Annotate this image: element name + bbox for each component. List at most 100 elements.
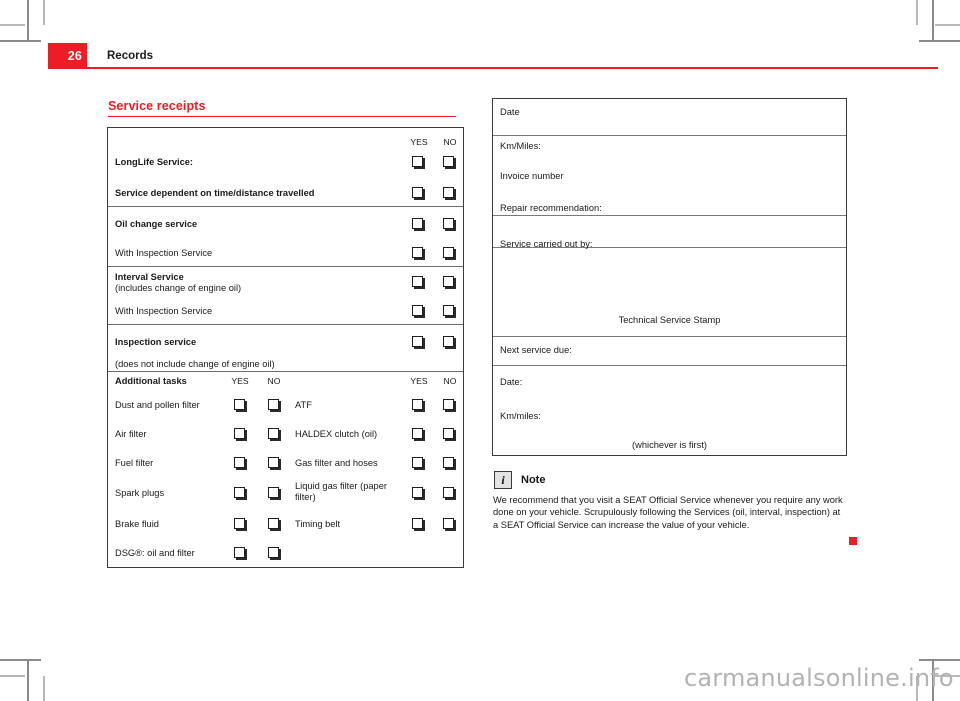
service-record-form: Date Km/Miles: Invoice number Repair rec…: [492, 98, 847, 456]
checkbox-yes[interactable]: [234, 487, 245, 498]
additional-col-yes-left: YES: [231, 376, 249, 386]
checkbox-no[interactable]: [443, 187, 454, 198]
left-table-divider: [108, 324, 463, 326]
table-row-label: With Inspection Service: [115, 248, 213, 258]
additional-col-no-right: NO: [443, 376, 457, 386]
checkbox-no[interactable]: [443, 276, 454, 287]
table-row-label: Inspection service: [115, 337, 197, 347]
checkbox-no[interactable]: [443, 487, 454, 498]
checkbox-yes[interactable]: [412, 187, 423, 198]
checkbox-yes[interactable]: [234, 518, 245, 529]
additional-col-yes-right: YES: [410, 376, 428, 386]
crop-mark-bl-v2: [43, 676, 45, 701]
field-label-next-km-miles: Km/miles:: [500, 411, 541, 421]
additional-item-label: HALDEX clutch (oil): [295, 429, 378, 439]
crop-mark-tl-v: [27, 0, 29, 41]
crop-mark-bl-v: [27, 660, 29, 701]
crop-mark-tl-h: [0, 40, 41, 42]
additional-item-label: Fuel filter: [115, 458, 154, 468]
crop-mark-tr-h: [919, 40, 960, 42]
checkbox-no[interactable]: [268, 518, 279, 529]
section-rule: [108, 116, 456, 118]
checkbox-yes[interactable]: [412, 457, 423, 468]
crop-mark-tr-v2: [916, 0, 918, 25]
section-end-marker: [849, 537, 857, 545]
checkbox-no[interactable]: [268, 547, 279, 558]
checkbox-yes[interactable]: [412, 399, 423, 410]
field-label-repair-recommendation: Repair recommendation:: [500, 203, 602, 213]
page-number-badge: 26: [48, 43, 87, 68]
page-root: 26 Records Service receipts YES NO LongL…: [0, 0, 960, 701]
additional-item-label: Timing belt: [295, 519, 341, 529]
right-table-divider: [493, 365, 846, 367]
checkbox-yes[interactable]: [412, 156, 423, 167]
checkbox-no[interactable]: [443, 218, 454, 229]
additional-item-label: Dust and pollen filter: [115, 400, 200, 410]
right-table-divider: [493, 135, 846, 137]
checkbox-yes[interactable]: [412, 518, 423, 529]
chapter-title: Records: [107, 50, 154, 62]
checkbox-no[interactable]: [443, 428, 454, 439]
checkbox-yes[interactable]: [234, 457, 245, 468]
crop-mark-bl-h2: [0, 675, 25, 677]
crop-mark-tr-v: [932, 0, 934, 41]
left-table-col-yes: YES: [410, 137, 428, 147]
additional-item-label: Brake fluid: [115, 519, 159, 529]
crop-mark-br-h: [919, 659, 960, 661]
checkbox-no[interactable]: [268, 399, 279, 410]
checkbox-yes[interactable]: [234, 428, 245, 439]
table-row-label: Interval Service: [115, 272, 184, 282]
field-label-next-date: Date:: [500, 377, 523, 387]
table-row-sublabel: (includes change of engine oil): [115, 283, 242, 293]
checkbox-yes[interactable]: [234, 399, 245, 410]
note-title: Note: [521, 474, 546, 486]
checkbox-yes[interactable]: [412, 276, 423, 287]
checkbox-no[interactable]: [443, 305, 454, 316]
crop-mark-tl-v2: [43, 0, 45, 25]
checkbox-yes[interactable]: [412, 336, 423, 347]
checkbox-yes[interactable]: [412, 218, 423, 229]
additional-tasks-title: Additional tasks: [115, 376, 187, 386]
field-label-date: Date: [500, 107, 520, 117]
checkbox-no[interactable]: [443, 336, 454, 347]
table-row-label: Service dependent on time/distance trave…: [115, 188, 315, 198]
field-label-next-service-due: Next service due:: [500, 345, 572, 355]
checkbox-yes[interactable]: [234, 547, 245, 558]
additional-item-label: Liquid gas filter (paper filter): [295, 481, 387, 502]
field-label-invoice-number: Invoice number: [500, 171, 564, 181]
checkbox-no[interactable]: [268, 457, 279, 468]
left-table-divider: [108, 266, 463, 268]
note-body: We recommend that you visit a SEAT Offic…: [493, 495, 843, 530]
info-icon: i: [494, 471, 512, 489]
field-label-service-carried-out-by: Service carried out by:: [500, 239, 593, 249]
checkbox-no[interactable]: [443, 518, 454, 529]
checkbox-yes[interactable]: [412, 428, 423, 439]
checkbox-no[interactable]: [268, 487, 279, 498]
checkbox-no[interactable]: [443, 457, 454, 468]
checkbox-yes[interactable]: [412, 305, 423, 316]
header-rule: [48, 67, 938, 69]
crop-mark-bl-h: [0, 659, 41, 661]
table-row-label: Oil change service: [115, 219, 198, 229]
checkbox-no[interactable]: [268, 428, 279, 439]
checkbox-yes[interactable]: [412, 247, 423, 258]
left-table-divider: [108, 371, 463, 373]
table-row-label: LongLife Service:: [115, 157, 194, 167]
table-row-sublabel: (does not include change of engine oil): [115, 359, 275, 369]
technical-service-stamp-label: Technical Service Stamp: [618, 315, 721, 325]
service-receipts-table: YES NO LongLife Service: Service depende…: [107, 127, 464, 568]
table-row-label: With Inspection Service: [115, 306, 213, 316]
left-table-col-no: NO: [443, 137, 457, 147]
page-number: 26: [67, 48, 82, 63]
field-label-km-miles: Km/Miles:: [500, 141, 541, 151]
left-table-divider: [108, 206, 463, 208]
checkbox-no[interactable]: [443, 247, 454, 258]
checkbox-no[interactable]: [443, 399, 454, 410]
checkbox-no[interactable]: [443, 156, 454, 167]
additional-item-label: DSG®: oil and filter: [115, 548, 195, 558]
checkbox-yes[interactable]: [412, 487, 423, 498]
crop-mark-tr-h2: [935, 24, 960, 26]
crop-mark-tl-h2: [0, 24, 25, 26]
additional-item-label: Air filter: [115, 429, 147, 439]
additional-item-label: ATF: [295, 400, 312, 410]
